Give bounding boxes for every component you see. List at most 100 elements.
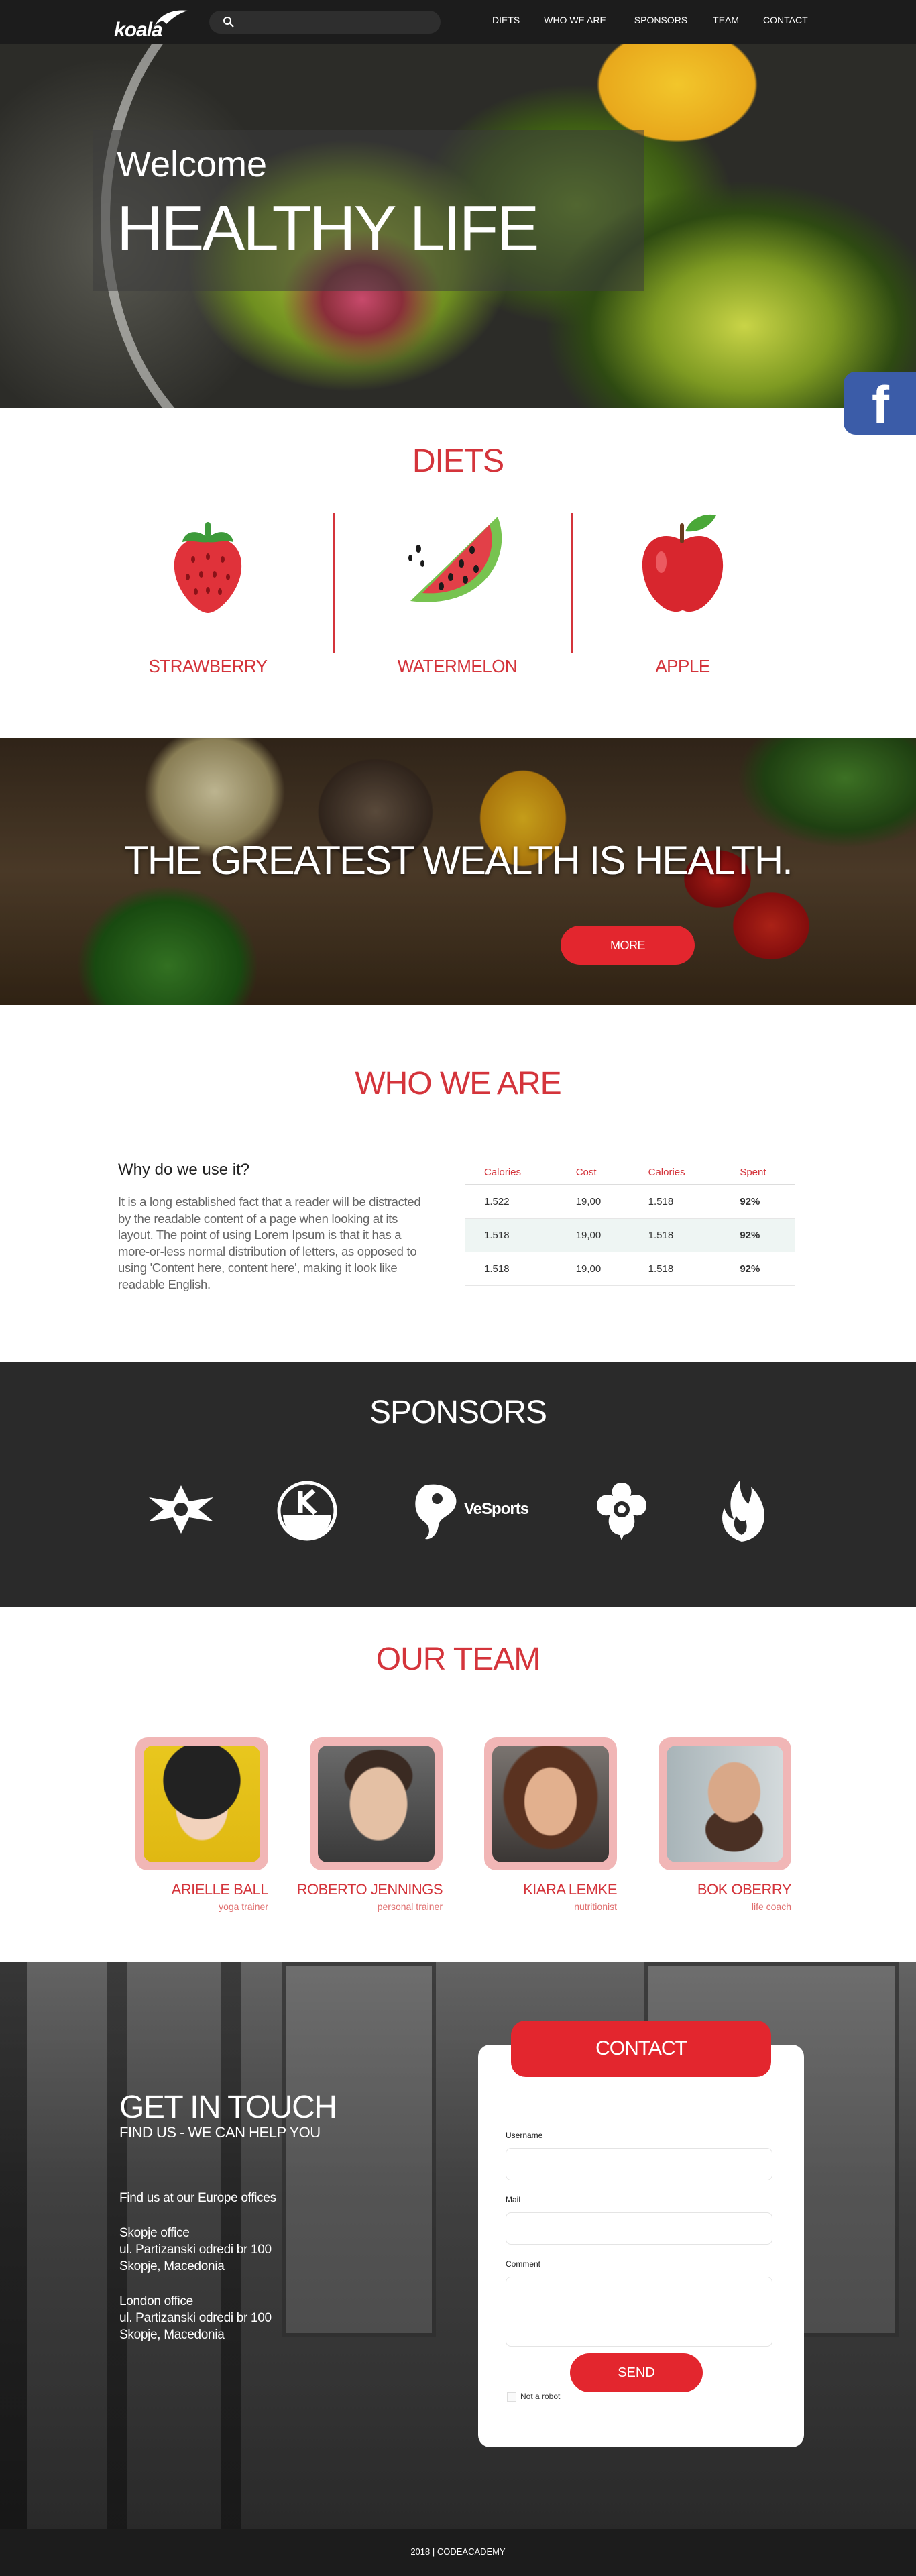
- nav-contact[interactable]: CONTACT: [763, 15, 808, 30]
- table-cell: 1.522: [465, 1185, 557, 1219]
- username-label: Username: [506, 2131, 543, 2140]
- contact-section: GET IN TOUCH FIND US - WE CAN HELP YOU F…: [0, 1962, 916, 2529]
- member-name: ARIELLE BALL: [171, 1881, 269, 1898]
- member-photo: [492, 1746, 609, 1862]
- member-photo-frame: [310, 1737, 443, 1870]
- member-photo-frame: [135, 1737, 268, 1870]
- hero-headline: HEALTHY LIFE: [117, 193, 539, 264]
- nav-who-we-are[interactable]: WHO WE ARE: [544, 15, 606, 30]
- who-we-are-section: WHO WE ARE Why do we use it? It is a lon…: [0, 1005, 916, 1362]
- table-header-row: Calories Cost Calories Spent: [465, 1161, 795, 1185]
- table-header: Calories: [465, 1161, 557, 1185]
- table-cell: 92%: [721, 1218, 795, 1252]
- member-role: nutritionist: [574, 1901, 617, 1912]
- contact-header-button[interactable]: CONTACT: [511, 2021, 771, 2077]
- table-cell: 1.518: [629, 1185, 722, 1219]
- hero-section: Welcome HEALTHY LIFE: [0, 44, 916, 408]
- footer: 2018 | CODEACADEMY: [0, 2529, 916, 2576]
- facebook-button[interactable]: f: [844, 372, 916, 435]
- search-input[interactable]: [239, 15, 433, 30]
- office-street: ul. Partizanski odredi br 100: [119, 2243, 272, 2257]
- sponsors-title: SPONSORS: [369, 1395, 547, 1430]
- table-row: 1.518 19,00 1.518 92%: [465, 1252, 795, 1286]
- nav-team[interactable]: TEAM: [713, 15, 739, 30]
- table-row: 1.522 19,00 1.518 92%: [465, 1185, 795, 1219]
- diets-section: DIETS STRAWBERRY WATERMELON APPLE: [0, 408, 916, 738]
- stats-table: Calories Cost Calories Spent 1.522 19,00…: [465, 1161, 795, 1286]
- welcome-text: Welcome: [117, 144, 268, 184]
- sponsor-logo-k[interactable]: [276, 1480, 338, 1542]
- divider: [333, 513, 335, 653]
- sponsor-logo-flame[interactable]: [715, 1477, 768, 1543]
- diet-label-watermelon: WATERMELON: [397, 656, 518, 676]
- sponsor-logo-star[interactable]: [146, 1483, 216, 1536]
- why-paragraph: It is a long established fact that a rea…: [118, 1195, 421, 1291]
- main-nav: DIETS WHO WE ARE SPONSORS TEAM CONTACT: [483, 15, 808, 30]
- leaf-icon: [154, 10, 188, 27]
- table-cell: 92%: [721, 1252, 795, 1286]
- robot-label: Not a robot: [520, 2392, 561, 2401]
- sponsors-section: SPONSORS VeSports: [0, 1362, 916, 1607]
- table-row: 1.518 19,00 1.518 92%: [465, 1218, 795, 1252]
- top-header: koala DIETS WHO WE ARE SPONSORS TEAM CON…: [0, 0, 916, 44]
- table-cell: 19,00: [557, 1185, 630, 1219]
- more-button[interactable]: MORE: [561, 926, 695, 965]
- table-header: Cost: [557, 1161, 630, 1185]
- member-role: personal trainer: [377, 1901, 443, 1912]
- banner-quote: THE GREATEST WEALTH IS HEALTH.: [124, 838, 793, 883]
- sponsor-logo-vesports[interactable]: VeSports: [412, 1481, 546, 1542]
- offices-heading: Find us at our Europe offices: [119, 2191, 276, 2205]
- table-cell: 1.518: [629, 1218, 722, 1252]
- table-cell: 92%: [721, 1185, 795, 1219]
- quote-banner: THE GREATEST WEALTH IS HEALTH. MORE: [0, 738, 916, 1005]
- why-heading: Why do we use it?: [118, 1161, 250, 1179]
- table-cell: 19,00: [557, 1252, 630, 1286]
- member-photo: [144, 1746, 260, 1862]
- search-icon: [223, 17, 234, 28]
- watermelon-icon: [408, 517, 502, 602]
- send-button[interactable]: SEND: [570, 2353, 703, 2392]
- robot-checkbox[interactable]: [507, 2392, 516, 2402]
- member-photo-frame: [659, 1737, 791, 1870]
- office-street: ul. Partizanski odredi br 100: [119, 2311, 272, 2325]
- contact-subtitle: FIND US - WE CAN HELP YOU: [119, 2124, 321, 2141]
- office-name: London office: [119, 2294, 193, 2308]
- table-header: Calories: [629, 1161, 722, 1185]
- strawberry-icon: [174, 522, 242, 613]
- comment-label: Comment: [506, 2259, 541, 2269]
- office-city: Skopje, Macedonia: [119, 2328, 225, 2342]
- sponsor-logo-flower[interactable]: [593, 1480, 650, 1542]
- table-cell: 1.518: [465, 1252, 557, 1286]
- welcome-box: Welcome HEALTHY LIFE: [93, 130, 644, 291]
- diets-title: DIETS: [412, 443, 504, 479]
- office-city: Skopje, Macedonia: [119, 2259, 225, 2273]
- mail-label: Mail: [506, 2195, 521, 2204]
- nav-diets[interactable]: DIETS: [492, 15, 520, 30]
- search-bar[interactable]: [209, 11, 441, 34]
- team-section: OUR TEAM ARIELLE BALL yoga trainer ROBER…: [0, 1607, 916, 1962]
- footer-text: 2018 | CODEACADEMY: [410, 2546, 506, 2557]
- member-role: yoga trainer: [219, 1901, 268, 1912]
- divider: [571, 513, 573, 653]
- nav-sponsors[interactable]: SPONSORS: [634, 15, 687, 30]
- member-photo: [318, 1746, 435, 1862]
- vesports-text: VeSports: [464, 1500, 529, 1518]
- who-we-are-title: WHO WE ARE: [355, 1066, 561, 1102]
- comment-field[interactable]: [506, 2277, 772, 2347]
- office-name: Skopje office: [119, 2226, 190, 2240]
- team-title: OUR TEAM: [376, 1642, 540, 1677]
- apple-icon: [642, 514, 724, 612]
- diet-label-strawberry: STRAWBERRY: [148, 656, 268, 676]
- table-cell: 19,00: [557, 1218, 630, 1252]
- facebook-icon: f: [872, 375, 889, 434]
- username-field[interactable]: [506, 2148, 772, 2180]
- mail-field[interactable]: [506, 2212, 772, 2245]
- vesports-logo-icon: [415, 1484, 457, 1540]
- table-cell: 1.518: [629, 1252, 722, 1286]
- contact-title: GET IN TOUCH: [119, 2090, 337, 2125]
- member-role: life coach: [751, 1901, 791, 1912]
- member-name: KIARA LEMKE: [522, 1881, 618, 1898]
- logo[interactable]: koala: [114, 9, 191, 41]
- diet-label-apple: APPLE: [655, 656, 710, 676]
- table-header: Spent: [721, 1161, 795, 1185]
